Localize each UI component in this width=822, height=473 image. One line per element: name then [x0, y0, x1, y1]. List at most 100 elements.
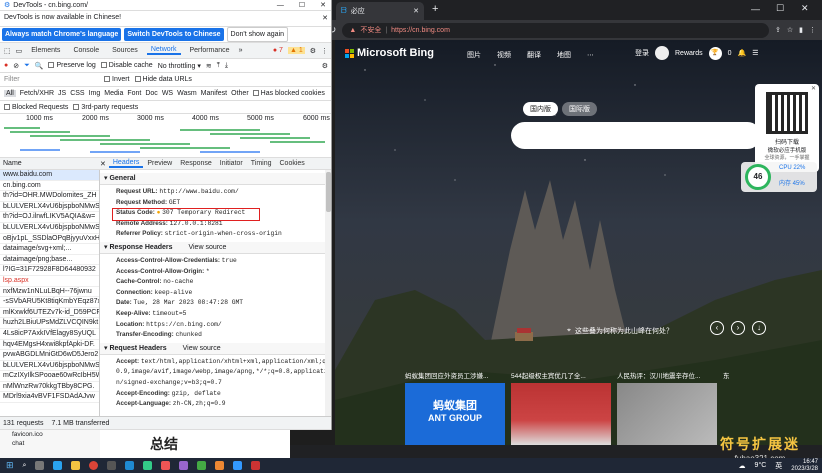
image-info[interactable]: ⌖ 这些叠为何称为此山峰在何处？: [567, 326, 673, 336]
kebab-icon[interactable]: ⋮: [321, 47, 328, 55]
request-row[interactable]: dataimage/svg+xml;...: [0, 244, 99, 255]
invert-checkbox[interactable]: Invert: [104, 76, 130, 83]
request-row[interactable]: th?id=OHR.MWDolomites_ZH: [0, 191, 99, 202]
upload-icon[interactable]: ⤒: [217, 62, 220, 70]
request-row[interactable]: MDrl9xia4vBVF1FSDAdAJvw: [0, 392, 99, 404]
device-icon[interactable]: ▭: [16, 47, 23, 55]
type-js[interactable]: JS: [58, 90, 66, 97]
view-source-link-2[interactable]: View source: [183, 345, 221, 352]
request-row[interactable]: bLULVERLX4vU6bjspboNMwS: [0, 361, 99, 372]
details-scrollbar[interactable]: [325, 170, 331, 430]
devtools-maximize-icon[interactable]: ☐: [293, 1, 311, 9]
prev-image-icon[interactable]: ‹: [710, 321, 724, 335]
match-language-button[interactable]: Always match Chrome's language: [2, 28, 122, 41]
request-row[interactable]: huzh2LBiuUPsMdZLVCQIN9kt: [0, 318, 99, 329]
record-icon[interactable]: ●: [4, 62, 8, 69]
request-row[interactable]: bLULVERLX4vU6bjspboNMwS: [0, 223, 99, 234]
bell-icon[interactable]: 🔔: [738, 49, 747, 57]
filter-input[interactable]: Filter: [4, 76, 99, 83]
tab-international[interactable]: 国际版: [562, 102, 597, 116]
network-overview[interactable]: 1000 ms 2000 ms 3000 ms 4000 ms 5000 ms …: [0, 114, 331, 158]
search-input[interactable]: [511, 122, 761, 149]
type-media[interactable]: Media: [104, 90, 123, 97]
hamburger-icon[interactable]: ☰: [752, 49, 758, 57]
news-card-3[interactable]: 人民热评：汉川地震辛存位...: [617, 370, 717, 445]
close-window-icon[interactable]: ✕: [801, 3, 809, 14]
type-wasm[interactable]: Wasm: [177, 90, 197, 97]
type-ws[interactable]: WS: [162, 90, 173, 97]
general-section-title[interactable]: ▾ General: [100, 173, 325, 185]
download-har-icon[interactable]: ⤓: [225, 62, 228, 70]
tab-console[interactable]: Console: [69, 47, 103, 54]
windows-start-icon[interactable]: ⊞: [6, 460, 14, 471]
download-icon[interactable]: ↓: [752, 321, 766, 335]
menu-icon[interactable]: ⋮: [809, 26, 816, 34]
request-row[interactable]: 4Ls8icP7AxkIVfElagy8SyUQL: [0, 329, 99, 340]
search-icon[interactable]: 🔍: [35, 62, 44, 70]
app-icon-2[interactable]: [161, 461, 171, 470]
tab-performance[interactable]: Performance: [186, 47, 234, 54]
subtab-cookies[interactable]: Cookies: [276, 160, 309, 167]
nav-maps[interactable]: 地图: [557, 50, 571, 60]
request-row[interactable]: mlKxwkf6UTEZv7k-id_D59PCF: [0, 308, 99, 319]
taskbar-search-icon[interactable]: ⌕: [23, 462, 27, 470]
subtab-initiator[interactable]: Initiator: [216, 160, 247, 167]
clock[interactable]: 16:47 2023/3/28: [791, 459, 822, 472]
view-source-link[interactable]: View source: [188, 244, 226, 251]
star-icon[interactable]: ☆: [787, 26, 793, 34]
type-css[interactable]: CSS: [70, 90, 84, 97]
request-headers-title[interactable]: ▾ Request Headers View source: [100, 342, 325, 355]
request-row[interactable]: nxfMzw1nNLuLBqH--76jwnu: [0, 287, 99, 298]
disable-cache-checkbox[interactable]: Disable cache: [100, 62, 153, 69]
request-row[interactable]: lsp.aspx: [0, 276, 99, 287]
type-font[interactable]: Font: [127, 90, 141, 97]
third-party-checkbox[interactable]: 3rd-party requests: [73, 103, 138, 111]
request-row[interactable]: l?IG=31F72928F8D64480932: [0, 265, 99, 276]
request-row[interactable]: dataimage/png;base...: [0, 255, 99, 266]
tab-domestic[interactable]: 国内版: [523, 102, 558, 116]
wifi-icon[interactable]: ≋: [206, 62, 212, 70]
rewards-link[interactable]: Rewards: [675, 50, 703, 57]
app-icon-6[interactable]: [233, 461, 243, 470]
terminal-icon[interactable]: [107, 461, 117, 470]
type-manifest[interactable]: Manifest: [201, 90, 227, 97]
input-language[interactable]: 英: [775, 461, 782, 471]
warning-badge[interactable]: ▲ 1: [287, 47, 305, 54]
nav-images[interactable]: 图片: [467, 50, 481, 60]
type-fetch[interactable]: Fetch/XHR: [20, 90, 54, 97]
clear-icon[interactable]: ⊘: [13, 62, 19, 70]
dont-show-button[interactable]: Don't show again: [226, 27, 289, 42]
app-icon-3[interactable]: [179, 461, 189, 470]
request-row[interactable]: pvwABGDLMniGtD6wD5Jero2: [0, 350, 99, 361]
maximize-icon[interactable]: ☐: [776, 3, 784, 14]
devtools-close-icon[interactable]: ✕: [314, 1, 331, 9]
response-headers-title[interactable]: ▾ Response Headers View source: [100, 241, 325, 254]
request-row[interactable]: mCzIXyIlkSPooae60wRcIbH5W: [0, 371, 99, 382]
request-row[interactable]: www.baidu.com: [0, 170, 99, 181]
throttle-select[interactable]: No throttling ▾: [158, 62, 201, 70]
nav-videos[interactable]: 视频: [497, 50, 511, 60]
type-img[interactable]: Img: [89, 90, 101, 97]
rewards-badge[interactable]: 🏆: [708, 46, 722, 60]
more-icon[interactable]: ⋯: [587, 51, 594, 59]
type-other[interactable]: Other: [231, 90, 249, 97]
settings-icon[interactable]: ⚙: [310, 47, 316, 55]
request-row[interactable]: th?id=OJ.ilrwfLIKV5AQIA&w=: [0, 212, 99, 223]
subtab-preview[interactable]: Preview: [143, 160, 176, 167]
request-row[interactable]: hqv4EMgsH4xwi8kpfApki-DF.: [0, 340, 99, 351]
edge-icon[interactable]: [53, 461, 63, 470]
network-settings-icon[interactable]: ⚙: [322, 62, 328, 70]
subtab-timing[interactable]: Timing: [247, 160, 276, 167]
minimize-icon[interactable]: —: [751, 4, 760, 14]
request-row[interactable]: -sSVbARU5Kt8tiqKmbYEqz87x: [0, 297, 99, 308]
chrome-icon[interactable]: [89, 461, 99, 470]
request-row[interactable]: nMlWnzRw70kkgTBby8CPG.: [0, 382, 99, 393]
url-field[interactable]: ▲ 不安全 | https://cn.bing.com: [342, 22, 769, 38]
news-card-1[interactable]: 蚂蚁集团回应外资员工涉嫌... 蚂蚁集团 ANT GROUP: [405, 370, 505, 445]
weather-icon[interactable]: ☁: [739, 462, 746, 470]
tab-elements[interactable]: Elements: [27, 47, 64, 54]
app-icon-1[interactable]: [143, 461, 153, 470]
new-tab-icon[interactable]: +: [432, 3, 438, 15]
share-icon[interactable]: ⇪: [775, 26, 781, 34]
app-icon-5[interactable]: [215, 461, 225, 470]
